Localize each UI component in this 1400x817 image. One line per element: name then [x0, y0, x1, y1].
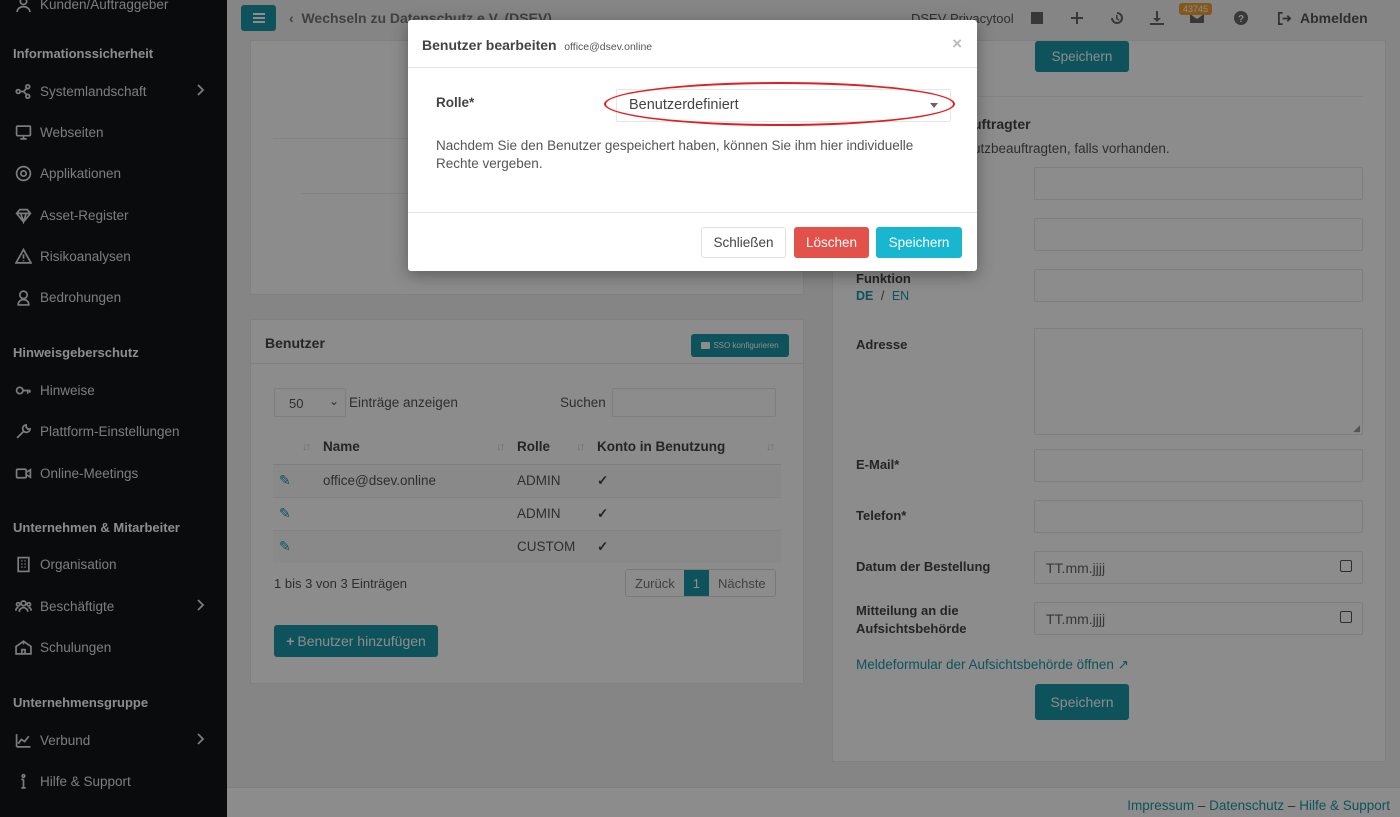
delete-button[interactable]: Löschen	[794, 227, 869, 258]
close-icon[interactable]: ×	[952, 34, 962, 54]
role-select-value: Benutzerdefiniert	[629, 97, 739, 113]
modal-footer: Schließen Löschen Speichern	[408, 212, 977, 271]
modal-subtitle: office@dsev.online	[564, 41, 653, 53]
close-button[interactable]: Schließen	[701, 227, 786, 258]
role-select[interactable]: Benutzerdefiniert	[616, 89, 951, 122]
edit-user-modal: Benutzer bearbeiten office@dsev.online ×…	[408, 20, 977, 271]
modal-description: Nachdem Sie den Benutzer gespeichert hab…	[436, 138, 914, 171]
modal-header: Benutzer bearbeiten office@dsev.online ×	[408, 20, 977, 68]
caret-down-icon	[930, 103, 938, 108]
save-button[interactable]: Speichern	[876, 227, 962, 258]
role-label: Rolle*	[436, 95, 475, 110]
modal-title: Benutzer bearbeiten	[422, 37, 557, 53]
